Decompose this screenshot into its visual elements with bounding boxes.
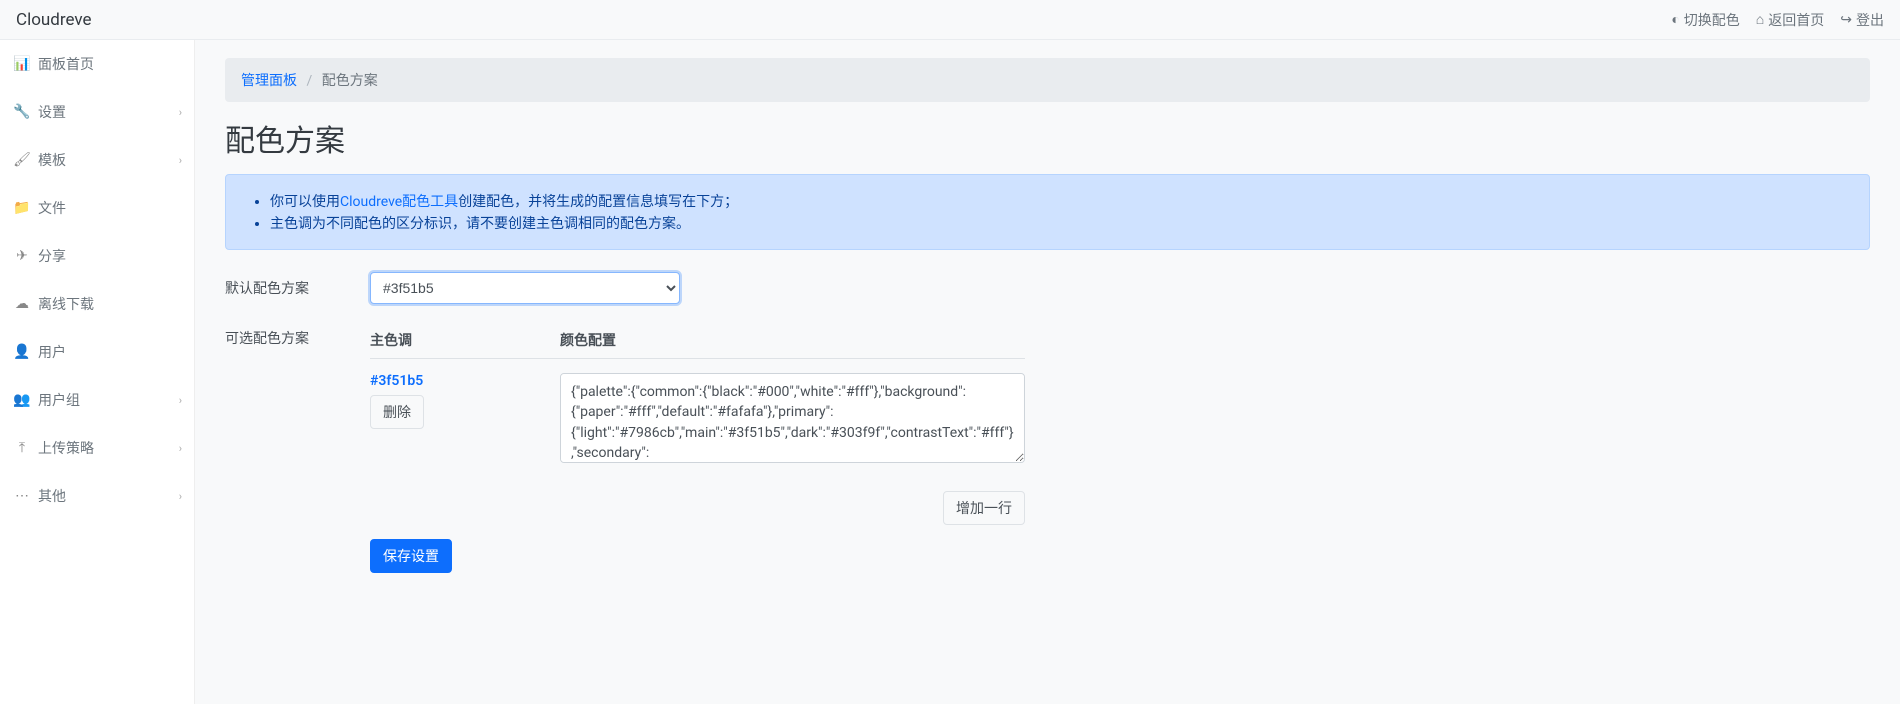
sidebar-item-label: 文件 xyxy=(38,198,66,218)
info-alert: 你可以使用Cloudreve配色工具创建配色，并将生成的配置信息填写在下方； 主… xyxy=(225,174,1870,250)
cloudreve-color-tool-link[interactable]: Cloudreve配色工具 xyxy=(340,194,458,210)
toggle-theme-link[interactable]: ◐ 切换配色 xyxy=(1671,10,1739,30)
chevron-right-icon: › xyxy=(179,106,182,119)
sidebar-item-label: 分享 xyxy=(38,246,66,266)
users-icon: 👥 xyxy=(14,392,30,408)
chevron-right-icon: › xyxy=(179,394,182,407)
logout-link[interactable]: ↪ 登出 xyxy=(1840,10,1884,30)
sidebar-item-label: 上传策略 xyxy=(38,438,94,458)
sidebar: 📊 面板首页 🔧 设置 › 🖌 模板 › 📁 文件 ✈ 分享 ☁ 离线下载 👤 用户 👥 用户组 › ⤒ 上传策略 › ⋯ 其… xyxy=(0,40,195,704)
wrench-icon: 🔧 xyxy=(14,104,30,120)
sidebar-item-label: 用户组 xyxy=(38,390,80,410)
add-row-button[interactable]: 增加一行 xyxy=(943,491,1025,525)
scheme-row: #3f51b5 删除 xyxy=(370,359,1025,467)
scheme-table: 主色调 颜色配置 #3f51b5 删除 xyxy=(370,322,1025,467)
delete-scheme-button[interactable]: 删除 xyxy=(370,395,424,429)
user-icon: 👤 xyxy=(14,344,30,360)
sidebar-item-8[interactable]: ⤒ 上传策略 › xyxy=(0,424,194,472)
alert-line-1: 你可以使用Cloudreve配色工具创建配色，并将生成的配置信息填写在下方； xyxy=(270,191,1853,211)
logout-icon: ↪ xyxy=(1840,12,1852,28)
page-title: 配色方案 xyxy=(225,116,1870,160)
default-scheme-row: 默认配色方案 #3f51b5 xyxy=(225,272,1025,304)
sidebar-item-0[interactable]: 📊 面板首页 xyxy=(0,40,194,88)
brush-icon: 🖌 xyxy=(14,152,30,168)
sidebar-item-2[interactable]: 🖌 模板 › xyxy=(0,136,194,184)
dashboard-icon: 📊 xyxy=(14,56,30,72)
sidebar-item-label: 离线下载 xyxy=(38,294,94,314)
sidebar-item-label: 面板首页 xyxy=(38,54,94,74)
sidebar-item-4[interactable]: ✈ 分享 xyxy=(0,232,194,280)
send-icon: ✈ xyxy=(14,248,30,264)
form-area: 默认配色方案 #3f51b5 可选配色方案 主色调 颜色配置 #3f51b5 删除 xyxy=(225,272,1025,573)
back-home-link[interactable]: ⌂ 返回首页 xyxy=(1756,10,1824,30)
toggle-theme-label: 切换配色 xyxy=(1684,10,1740,30)
sidebar-item-9[interactable]: ⋯ 其他 › xyxy=(0,472,194,520)
scheme-table-head: 主色调 颜色配置 xyxy=(370,322,1025,359)
col-config-header: 颜色配置 xyxy=(560,330,1025,350)
sidebar-item-label: 模板 xyxy=(38,150,66,170)
home-icon: ⌂ xyxy=(1756,11,1764,28)
sidebar-item-7[interactable]: 👥 用户组 › xyxy=(0,376,194,424)
sidebar-item-5[interactable]: ☁ 离线下载 xyxy=(0,280,194,328)
sidebar-item-6[interactable]: 👤 用户 xyxy=(0,328,194,376)
topbar-right: ◐ 切换配色 ⌂ 返回首页 ↪ 登出 xyxy=(1671,10,1884,30)
cloud-down-icon: ☁ xyxy=(14,296,30,312)
breadcrumb: 管理面板 / 配色方案 xyxy=(225,58,1870,102)
breadcrumb-sep: / xyxy=(306,73,312,89)
folder-icon: 📁 xyxy=(14,200,30,216)
sidebar-item-label: 用户 xyxy=(38,342,66,362)
chevron-right-icon: › xyxy=(179,442,182,455)
dots-icon: ⋯ xyxy=(14,488,30,504)
scheme-main-color: #3f51b5 xyxy=(370,373,560,389)
save-settings-button[interactable]: 保存设置 xyxy=(370,539,452,573)
default-scheme-label: 默认配色方案 xyxy=(225,272,370,304)
chevron-right-icon: › xyxy=(179,490,182,503)
sidebar-item-label: 设置 xyxy=(38,102,66,122)
alert-line-2: 主色调为不同配色的区分标识，请不要创建主色调相同的配色方案。 xyxy=(270,213,1853,233)
topbar: Cloudreve ◐ 切换配色 ⌂ 返回首页 ↪ 登出 xyxy=(0,0,1900,40)
main-content: 管理面板 / 配色方案 配色方案 你可以使用Cloudreve配色工具创建配色，… xyxy=(195,40,1900,704)
upload-icon: ⤒ xyxy=(14,440,30,456)
toggle-icon: ◐ xyxy=(1671,11,1679,28)
logout-label: 登出 xyxy=(1856,10,1884,30)
optional-scheme-row: 可选配色方案 主色调 颜色配置 #3f51b5 删除 增加一行 保存设置 xyxy=(225,322,1025,573)
breadcrumb-parent[interactable]: 管理面板 xyxy=(241,73,297,89)
optional-scheme-label: 可选配色方案 xyxy=(225,322,370,348)
brand-title: Cloudreve xyxy=(16,10,92,30)
col-main-header: 主色调 xyxy=(370,330,560,350)
scheme-config-textarea[interactable] xyxy=(560,373,1025,463)
sidebar-item-1[interactable]: 🔧 设置 › xyxy=(0,88,194,136)
breadcrumb-current: 配色方案 xyxy=(322,73,378,89)
back-home-label: 返回首页 xyxy=(1768,10,1824,30)
sidebar-item-label: 其他 xyxy=(38,486,66,506)
chevron-right-icon: › xyxy=(179,154,182,167)
default-scheme-select[interactable]: #3f51b5 xyxy=(370,272,680,304)
sidebar-item-3[interactable]: 📁 文件 xyxy=(0,184,194,232)
